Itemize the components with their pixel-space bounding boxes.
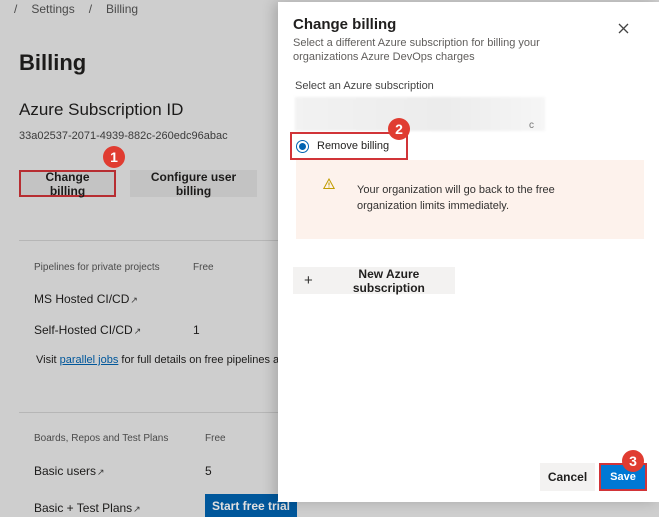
basic-users-label[interactable]: Basic users — [34, 464, 96, 478]
callout-badge-1: 1 — [103, 146, 125, 168]
warning-text: Your organization will go back to the fr… — [357, 184, 555, 212]
visit-prefix: Visit — [36, 354, 60, 366]
page-title: Billing — [19, 50, 87, 75]
warning-icon — [323, 178, 335, 189]
visit-text: Visit parallel jobs for full details on … — [36, 354, 279, 366]
boards-free-header: Free — [205, 433, 226, 444]
cancel-button[interactable]: Cancel — [540, 463, 595, 491]
breadcrumb-billing[interactable]: Billing — [106, 2, 138, 16]
basic-users-row: Basic users↗ — [34, 464, 105, 478]
breadcrumb-separator: / — [14, 2, 18, 16]
basic-test-plans-label[interactable]: Basic + Test Plans — [34, 501, 132, 515]
configure-user-billing-button[interactable]: Configure user billing — [130, 170, 257, 198]
change-billing-button[interactable]: Change billing — [19, 170, 116, 198]
boards-header: Boards, Repos and Test Plans — [34, 433, 169, 444]
new-subscription-label: New Azure subscription — [352, 266, 425, 295]
close-icon[interactable] — [615, 20, 631, 36]
basic-users-value: 5 — [205, 464, 212, 478]
external-link-icon[interactable]: ↗ — [130, 295, 138, 305]
pipelines-free-header: Free — [193, 262, 214, 273]
callout-badge-2: 2 — [388, 118, 410, 140]
self-hosted-label[interactable]: Self-Hosted CI/CD — [34, 323, 133, 337]
external-link-icon[interactable]: ↗ — [134, 326, 142, 336]
parallel-jobs-link[interactable]: parallel jobs — [60, 354, 119, 366]
plus-icon: + — [304, 272, 313, 289]
divider — [19, 240, 289, 241]
select-subscription-label: Select an Azure subscription — [295, 80, 434, 92]
visit-suffix: for full details on free pipelines a — [118, 354, 280, 366]
new-azure-subscription-button[interactable]: + New Azure subscription — [293, 266, 455, 295]
callout-badge-3: 3 — [622, 450, 644, 472]
external-link-icon[interactable]: ↗ — [97, 467, 105, 477]
subscription-heading: Azure Subscription ID — [19, 100, 184, 119]
self-hosted-row: Self-Hosted CI/CD↗ — [34, 323, 141, 337]
panel-title: Change billing — [293, 16, 397, 33]
remove-billing-label: Remove billing — [317, 140, 390, 152]
basic-test-plans-row: Basic + Test Plans↗ — [34, 501, 141, 515]
redacted-fragment: c — [529, 120, 534, 131]
breadcrumb-settings[interactable]: Settings — [31, 2, 74, 16]
redacted-subscription-option[interactable] — [295, 97, 545, 131]
breadcrumb: / Settings / Billing — [14, 2, 138, 16]
pipelines-header: Pipelines for private projects — [34, 262, 160, 273]
warning-message: Your organization will go back to the fr… — [296, 160, 644, 239]
radio-selected-icon[interactable] — [296, 139, 309, 153]
external-link-icon[interactable]: ↗ — [133, 504, 141, 514]
breadcrumb-separator: / — [88, 2, 93, 16]
panel-description: Select a different Azure subscription fo… — [293, 37, 540, 63]
divider — [19, 412, 289, 413]
change-billing-panel: Change billing Select a different Azure … — [278, 2, 659, 502]
subscription-id: 33a02537-2071-4939-882c-260edc96abac — [19, 130, 228, 142]
self-hosted-value: 1 — [193, 323, 200, 337]
ms-hosted-row: MS Hosted CI/CD↗ — [34, 292, 138, 306]
ms-hosted-label[interactable]: MS Hosted CI/CD — [34, 292, 129, 306]
